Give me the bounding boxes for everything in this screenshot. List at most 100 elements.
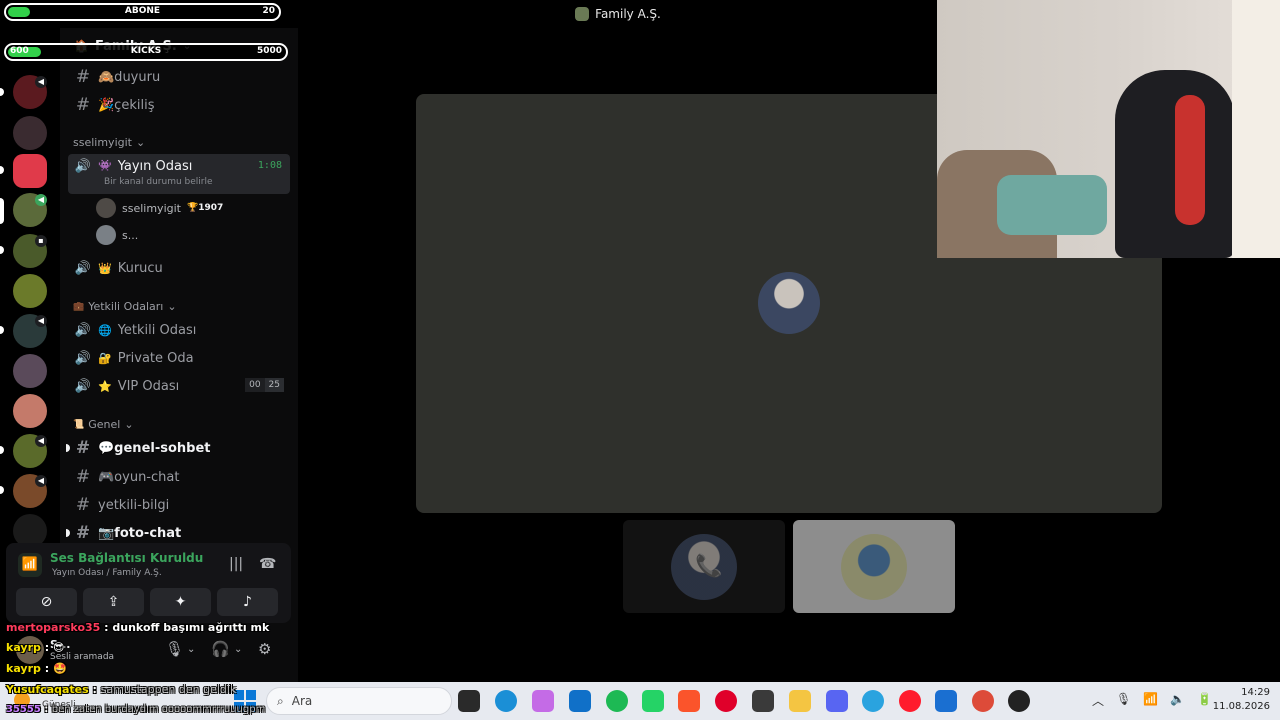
headphones-icon[interactable]: 🎧	[211, 640, 230, 658]
server-icon-3[interactable]	[13, 154, 47, 188]
avatar	[758, 272, 820, 334]
voice-action-row: ⊘ ⇪ ✦ ♪	[16, 588, 278, 616]
briefcase-icon: 💼	[73, 301, 85, 312]
task-view-icon[interactable]	[458, 690, 480, 712]
avatar	[841, 534, 907, 600]
clock-time: 14:29	[1241, 687, 1270, 698]
screen-share-icon: ▪	[35, 235, 47, 247]
discord-icon[interactable]	[826, 690, 848, 712]
kicks-goal: 5000	[256, 46, 282, 56]
category-genel[interactable]: 📜 Genel ⌄	[73, 418, 134, 431]
voice-status-subtitle[interactable]: Yayın Odası / Family A.Ş.	[52, 568, 162, 578]
whatsapp-icon[interactable]	[642, 690, 664, 712]
webcam-overlay	[937, 0, 1280, 258]
system-tray: ︿ 🎙 📶 🔈 🔋	[1092, 692, 1212, 709]
channel-label: Private Oda	[117, 350, 194, 366]
opera-icon[interactable]	[715, 690, 737, 712]
battery-icon[interactable]: 🔋	[1197, 692, 1212, 709]
chat-user: 35555	[6, 704, 41, 715]
channel-label: Yetkili Odası	[117, 322, 197, 338]
voice-member[interactable]: s...	[96, 225, 138, 245]
folder-icon[interactable]	[789, 690, 811, 712]
channel-cekilis[interactable]: # 🎉çekiliş	[68, 92, 290, 118]
server-icon-8[interactable]	[13, 354, 47, 388]
unread-indicator	[66, 529, 70, 537]
server-icon-2[interactable]	[13, 116, 47, 150]
outlook-icon[interactable]	[935, 690, 957, 712]
wifi-icon[interactable]: 📶	[1143, 692, 1158, 709]
soundboard-button[interactable]: ♪	[217, 588, 278, 616]
voice-channel-yetkili[interactable]: 🔊 🌐 Yetkili Odası	[68, 317, 290, 343]
chevron-up-icon[interactable]: ︿	[1092, 692, 1104, 709]
chevron-down-icon[interactable]: ⌄	[187, 644, 195, 655]
chat-message: 35555 : ben zaten burdaydım ooooommrrruu…	[6, 704, 265, 715]
chevron-down-icon[interactable]: ⌄	[234, 644, 242, 655]
chat-sep: :	[40, 641, 53, 654]
voice-status-title[interactable]: Ses Bağlantısı Kuruldu	[50, 551, 203, 565]
unread-pill	[0, 486, 4, 494]
channel-duyuru[interactable]: # 🙈duyuru	[68, 64, 290, 90]
signal-icon[interactable]: 📶	[18, 553, 42, 577]
chrome-icon[interactable]	[972, 690, 994, 712]
channel-label: 📷foto-chat	[98, 525, 182, 541]
category-yetkili[interactable]: 💼 Yetkili Odaları ⌄	[73, 300, 177, 313]
voice-channel-kurucu[interactable]: 🔊 👑 Kurucu	[68, 255, 290, 281]
noise-suppression-icon[interactable]: |||	[229, 556, 243, 572]
vscode-icon[interactable]	[569, 690, 591, 712]
chat-message: Yusufcaqates : samustappen den geldik	[6, 683, 236, 696]
voice-timer: 1:08	[257, 160, 282, 171]
participant-thumb[interactable]	[793, 520, 955, 613]
copilot-icon[interactable]	[532, 690, 554, 712]
edge-icon[interactable]	[495, 690, 517, 712]
spotify-icon[interactable]	[606, 690, 628, 712]
telegram-icon[interactable]	[862, 690, 884, 712]
server-icon-6[interactable]	[13, 274, 47, 308]
clock[interactable]: 14:29 11.08.2026	[1213, 686, 1270, 714]
chat-text: dunkoff başımı ağrıttı mk	[112, 621, 270, 634]
app-icon[interactable]	[1008, 690, 1030, 712]
abone-progress-bar: ABONE 20	[4, 3, 281, 21]
voice-channel-private[interactable]: 🔊 🔐 Private Oda	[68, 345, 290, 371]
kicks-current: 600	[10, 46, 29, 56]
member-badge: 🏆1907	[186, 203, 224, 213]
gear-icon[interactable]: ⚙	[258, 640, 271, 658]
selected-pill	[0, 198, 4, 224]
voice-channel-yayin-odasi[interactable]: 🔊 👾 Yayın Odası Bir kanal durumu belirle…	[68, 154, 290, 194]
chat-sep: :	[40, 704, 52, 715]
channel-emoji-icon: 👾	[98, 159, 112, 172]
hash-icon: #	[75, 523, 91, 543]
unread-pill	[0, 446, 4, 454]
kicks-progress-bar: KICKS 600 5000	[4, 43, 288, 61]
game-icon[interactable]	[752, 690, 774, 712]
microphone-icon[interactable]: 🎙	[165, 640, 184, 658]
volume-icon[interactable]: 🔈	[1170, 692, 1185, 709]
opera-gx-icon[interactable]	[899, 690, 921, 712]
screen-share-button[interactable]: ⇪	[83, 588, 144, 616]
microphone-icon[interactable]: 🎙	[1116, 692, 1131, 709]
server-icon-9[interactable]	[13, 394, 47, 428]
taskbar-search[interactable]: ⌕ Ara	[266, 687, 452, 715]
channel-genel-sohbet[interactable]: # 💬genel-sohbet	[66, 435, 290, 461]
hash-icon: #	[75, 95, 91, 115]
channel-label: 🎉çekiliş	[98, 97, 155, 113]
participant-thumb[interactable]: 📞	[623, 520, 785, 613]
brave-icon[interactable]	[678, 690, 700, 712]
activities-button[interactable]: ✦	[150, 588, 211, 616]
chevron-down-icon: ⌄	[167, 300, 177, 313]
pillow-shape	[997, 175, 1107, 235]
channel-yetkili-bilgi[interactable]: # yetkili-bilgi	[68, 492, 290, 518]
channel-oyun-chat[interactable]: # 🎮oyun-chat	[68, 464, 290, 490]
hash-icon: #	[75, 467, 91, 487]
limit-max: 25	[264, 378, 284, 392]
chat-message: mertoparsko35 : dunkoff başımı ağrıttı m…	[6, 621, 269, 634]
channel-status[interactable]: Bir kanal durumu belirle	[104, 177, 213, 187]
window-title: Family A.Ş.	[595, 7, 661, 21]
avatar	[96, 198, 116, 218]
channel-label: Yayın Odası	[117, 159, 193, 174]
camera-button[interactable]: ⊘	[16, 588, 77, 616]
voice-member[interactable]: sselimyigit 🏆1907	[96, 198, 223, 218]
voice-channel-vip[interactable]: 🔊 ⭐ VIP Odası 00 25	[68, 373, 290, 399]
speaker-icon: ◀	[35, 315, 47, 327]
category-sselimyigit[interactable]: sselimyigit ⌄	[73, 136, 145, 149]
disconnect-icon[interactable]: ☎	[259, 556, 276, 572]
